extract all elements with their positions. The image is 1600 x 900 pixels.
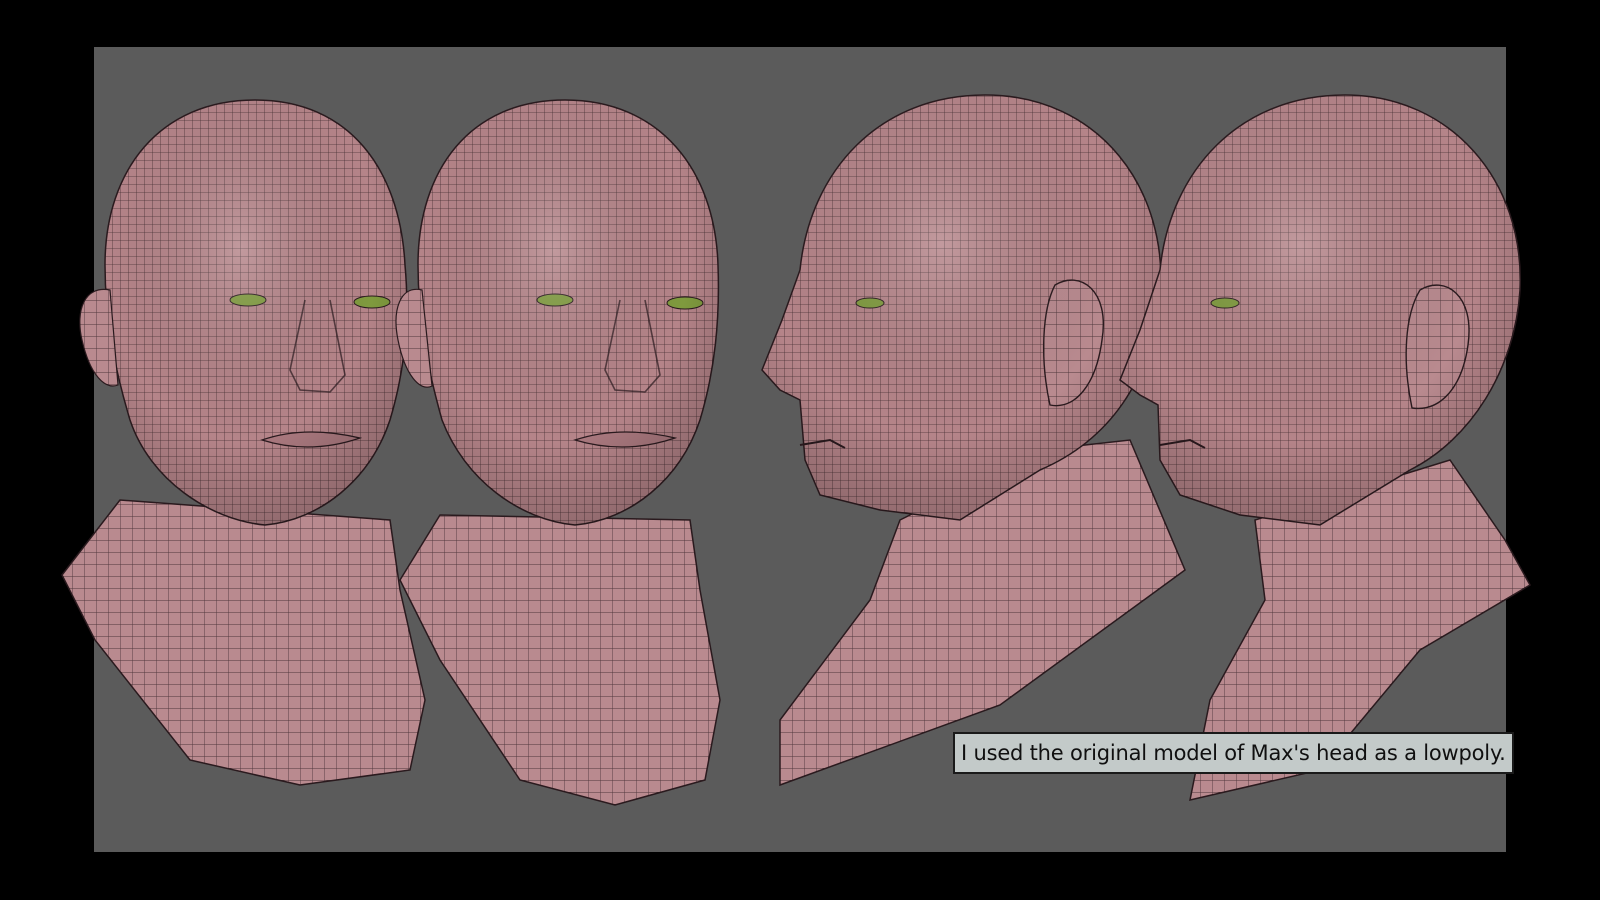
head-view-profile-left: [761, 94, 1186, 787]
render-canvas: I used the original model of Max's head …: [0, 0, 1600, 900]
head-view-front-left: [61, 99, 426, 786]
head-1-neck: [61, 499, 426, 786]
head-view-front-right: [395, 99, 721, 806]
caption-box: I used the original model of Max's head …: [953, 732, 1514, 774]
head-2-neck: [399, 514, 721, 806]
head-view-profile-right: [1119, 94, 1532, 801]
